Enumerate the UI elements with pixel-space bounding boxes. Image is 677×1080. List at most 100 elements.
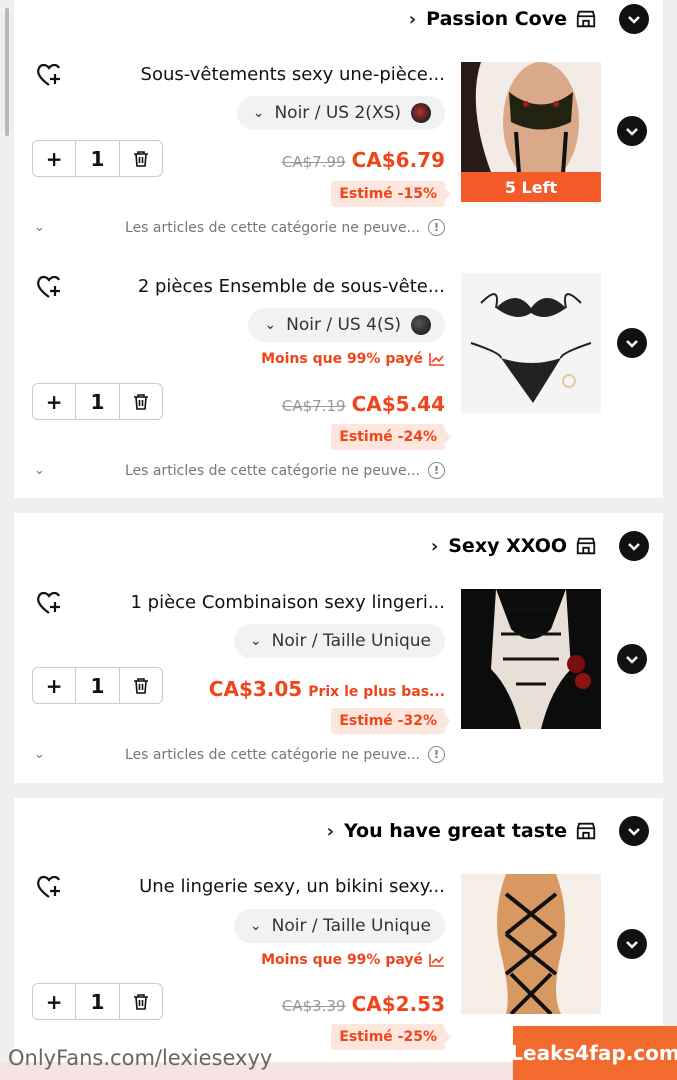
estimate-badge: Estimé -25% [331,1024,451,1050]
quantity-stepper[interactable]: + 1 [32,140,163,177]
select-item-button[interactable] [617,644,647,674]
product-image[interactable] [461,589,601,729]
chevron-down-icon: ⌄ [249,918,262,934]
color-swatch [411,315,431,335]
increase-button[interactable]: + [33,384,75,419]
delete-button[interactable] [120,984,162,1019]
paid-note-text: Moins que 99% payé [261,952,423,968]
lingerie-photo [461,874,601,1014]
trash-icon [133,393,148,410]
delete-button[interactable] [120,384,162,419]
chevron-down-icon [626,656,638,664]
product-title[interactable]: 2 pièces Ensemble de sous-vête... [138,276,445,297]
select-item-button[interactable] [617,929,647,959]
category-notice[interactable]: ⌄ Les articles de cette catégorie ne peu… [34,746,445,763]
price-row: CA$3.39 CA$2.53 [282,992,445,1016]
variant-label: Noir / US 2(XS) [274,103,401,123]
cart-item: Sous-vêtements sexy une-pièce... ⌄ Noir … [14,0,663,245]
quantity-value[interactable]: 1 [75,384,120,419]
estimate-badge: Estimé -24% [331,424,451,450]
heart-plus-icon[interactable] [34,274,64,300]
price-row: CA$7.99 CA$6.79 [282,148,445,172]
chevron-down-icon [626,941,638,949]
paid-note: Moins que 99% payé [261,351,445,367]
chevron-down-icon: ⌄ [252,105,265,121]
select-item-button[interactable] [617,116,647,146]
category-notice[interactable]: ⌄ Les articles de cette catégorie ne peu… [34,462,445,479]
shop-section-passion-cove: › Passion Cove Sous-vêtements sexy une-p… [14,0,663,498]
chevron-down-icon [626,340,638,348]
increase-button[interactable]: + [33,984,75,1019]
stock-badge: 5 Left [461,172,601,202]
trend-up-icon [429,353,444,366]
chevron-down-icon: ⌄ [249,633,262,649]
chevron-down-icon: ⌄ [34,220,45,235]
sale-price: CA$6.79 [351,148,445,172]
trend-up-icon [429,954,444,967]
info-icon: ! [428,462,445,479]
quantity-value[interactable]: 1 [75,984,120,1019]
estimate-badge: Estimé -15% [331,181,451,207]
lowest-price-note: Prix le plus bas... [308,684,445,700]
paid-note-text: Moins que 99% payé [261,351,423,367]
increase-button[interactable]: + [33,141,75,176]
quantity-value[interactable]: 1 [75,668,120,703]
product-title[interactable]: 1 pièce Combinaison sexy lingeri... [130,592,445,613]
heart-plus-icon[interactable] [34,874,64,900]
quantity-value[interactable]: 1 [75,141,120,176]
quantity-stepper[interactable]: + 1 [32,983,163,1020]
original-price: CA$7.99 [281,153,346,171]
quantity-stepper[interactable]: + 1 [32,667,163,704]
lingerie-photo [461,589,601,729]
shop-section-sexy-xxoo: › Sexy XXOO 1 pièce Combinaison sexy lin… [14,513,663,783]
trash-icon [133,993,148,1010]
product-image[interactable] [461,874,601,1014]
variant-selector[interactable]: ⌄ Noir / Taille Unique [233,624,445,658]
trash-icon [133,677,148,694]
watermark: OnlyFans.com/lexiesexyy [8,1046,273,1070]
chevron-down-icon: ⌄ [34,463,45,478]
original-price: CA$3.39 [281,997,346,1015]
product-title[interactable]: Sous-vêtements sexy une-pièce... [141,64,445,85]
paid-note: Moins que 99% payé [261,952,445,968]
quantity-stepper[interactable]: + 1 [32,383,163,420]
scrollbar[interactable] [5,8,9,136]
cart-item: 2 pièces Ensemble de sous-vête... ⌄ Noir… [14,245,663,498]
chevron-down-icon [626,128,638,136]
category-notice[interactable]: ⌄ Les articles de cette catégorie ne peu… [34,219,445,236]
product-image[interactable] [461,273,601,413]
sale-price: CA$5.44 [351,392,445,416]
product-title[interactable]: Une lingerie sexy, un bikini sexy... [139,876,445,897]
notice-text: Les articles de cette catégorie ne peuve… [125,219,420,236]
notice-text: Les articles de cette catégorie ne peuve… [125,746,420,763]
heart-plus-icon[interactable] [34,62,64,88]
chevron-down-icon: ⌄ [264,317,277,333]
price-row: CA$3.05 Prix le plus bas... [209,677,445,701]
color-swatch [411,103,431,123]
variant-label: Noir / Taille Unique [271,916,431,936]
info-icon: ! [428,746,445,763]
cart-item: 1 pièce Combinaison sexy lingeri... ⌄ No… [14,513,663,783]
variant-selector[interactable]: ⌄ Noir / US 4(S) [248,308,445,342]
variant-label: Noir / Taille Unique [271,631,431,651]
info-icon: ! [428,219,445,236]
sale-price: CA$2.53 [351,992,445,1016]
heart-plus-icon[interactable] [34,590,64,616]
product-image[interactable]: 5 Left [461,62,601,202]
chevron-down-icon: ⌄ [34,747,45,762]
price-row: CA$7.19 CA$5.44 [282,392,445,416]
delete-button[interactable] [120,668,162,703]
sale-price: CA$3.05 [208,677,303,701]
lingerie-photo [461,273,601,413]
variant-selector[interactable]: ⌄ Noir / US 2(XS) [236,96,445,130]
variant-selector[interactable]: ⌄ Noir / Taille Unique [233,909,445,943]
variant-label: Noir / US 4(S) [286,315,401,335]
site-logo: Leaks4fap.com [510,1026,677,1080]
select-item-button[interactable] [617,328,647,358]
delete-button[interactable] [120,141,162,176]
increase-button[interactable]: + [33,668,75,703]
original-price: CA$7.19 [281,397,346,415]
estimate-badge: Estimé -32% [331,708,451,734]
trash-icon [133,150,148,167]
notice-text: Les articles de cette catégorie ne peuve… [125,462,420,479]
